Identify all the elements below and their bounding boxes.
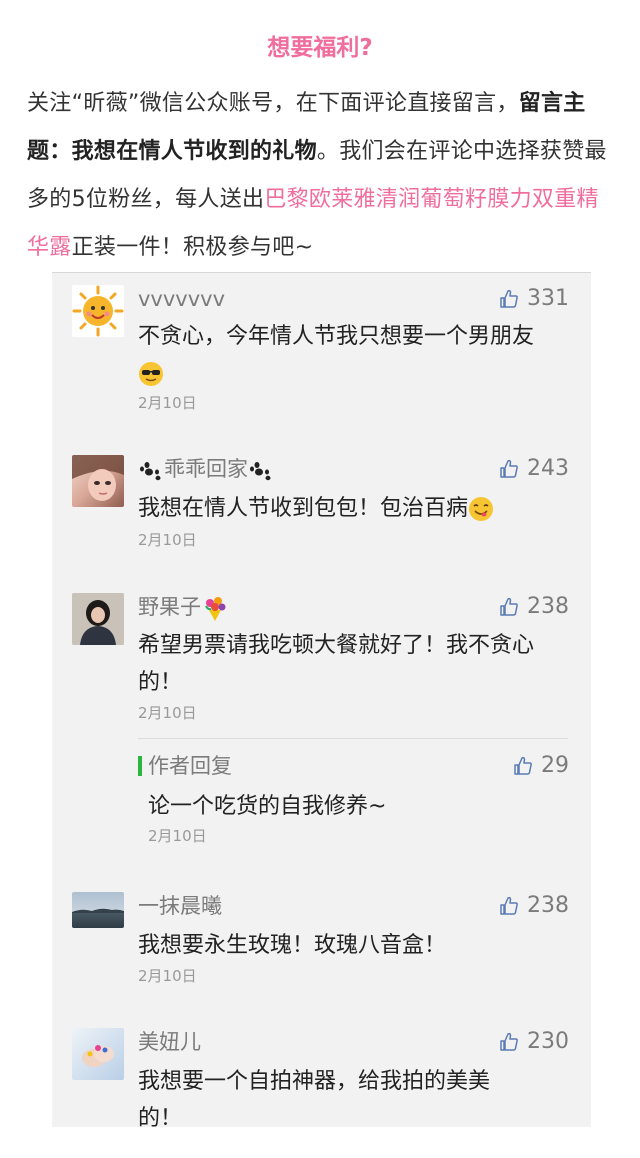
comment-nickname: 美妞儿 [138,1030,201,1054]
comment-content: 我想在情人节收到包包！包治百病 [138,490,558,527]
like-button[interactable]: 238 [499,593,569,621]
avatar[interactable] [72,892,124,928]
paw-right-icon [250,462,271,481]
comment-content: 希望男票请我吃顿大餐就好了！我不贪心的！ [138,633,535,695]
like-button[interactable]: 331 [499,285,569,313]
thumbs-up-icon [500,289,518,308]
sunglasses-emoji-icon [139,362,163,386]
comment-nickname: 野果子 [138,593,229,622]
comment-nickname: 乖乖回家 [138,455,274,483]
hands-avatar-icon [82,1045,114,1067]
like-count: 331 [527,286,569,311]
intro-paragraph: 关注“昕薇”微信公众账号，在下面评论直接留言，留言主题：我想在情人节收到的礼物。… [27,80,612,272]
thumbs-up-icon [514,756,532,775]
intro-text-1: 关注“昕薇”微信公众账号，在下面评论直接留言， [27,91,519,116]
intro-text-3: 正装一件！积极参与吧~ [71,235,314,260]
comment-text: 我想在情人节收到包包！包治百病 [138,496,469,521]
reply-content: 论一个吃货的自我修养~ [148,794,387,819]
comment-date: 2月10日 [138,531,197,549]
like-button[interactable]: 243 [499,455,569,483]
comment-nickname: vvvvvvv [138,287,225,311]
like-count: 230 [527,1029,569,1054]
reply-divider [138,738,568,739]
comment-date: 2月10日 [138,704,197,722]
avatar[interactable] [72,285,124,337]
like-button[interactable]: 230 [499,1028,569,1056]
like-count: 238 [527,594,569,619]
like-count: 238 [527,893,569,918]
reply-marker [138,756,142,776]
girl-avatar-icon [72,455,124,501]
comment-nickname-text: 乖乖回家 [164,457,248,481]
bouquet-icon [205,597,226,621]
reply-date: 2月10日 [148,827,207,845]
sun-avatar-icon [72,285,124,337]
comment-content: 我想要一个自拍神器，给我拍的美美的！ [138,1069,491,1127]
thumbs-up-icon [500,896,518,915]
comment-content: 不贪心，今年情人节我只想要一个男朋友 [138,318,558,392]
like-count: 243 [527,456,569,481]
thumbs-up-icon [500,459,518,478]
author-reply-label: 作者回复 [148,754,232,778]
comment-nickname-text: 野果子 [138,595,201,619]
reply-like-count: 29 [541,753,569,778]
reply-like-button[interactable]: 29 [513,752,569,780]
avatar[interactable] [72,593,124,645]
avatar[interactable] [72,455,124,507]
comment-text: 不贪心，今年情人节我只想要一个男朋友 [138,324,535,349]
like-button[interactable]: 238 [499,892,569,920]
lake-avatar-icon [72,908,124,913]
comment-nickname: 一抹晨曦 [138,894,222,918]
girl-photo-avatar-icon [72,593,124,645]
welfare-title: 想要福利? [267,35,373,61]
yum-emoji-icon [469,497,494,521]
comment-content: 我想要永生玫瑰！玫瑰八音盒！ [138,933,447,958]
avatar[interactable] [72,1028,124,1080]
comment-list: vvvvvvv 331 不贪心，今年情人节我只想要一个男朋友 2月10日 乖乖回… [52,272,591,1127]
thumbs-up-icon [500,1032,518,1051]
comment-date: 2月10日 [138,967,197,985]
paw-left-icon [140,462,161,481]
thumbs-up-icon [500,597,518,616]
comment-date: 2月10日 [138,394,197,412]
